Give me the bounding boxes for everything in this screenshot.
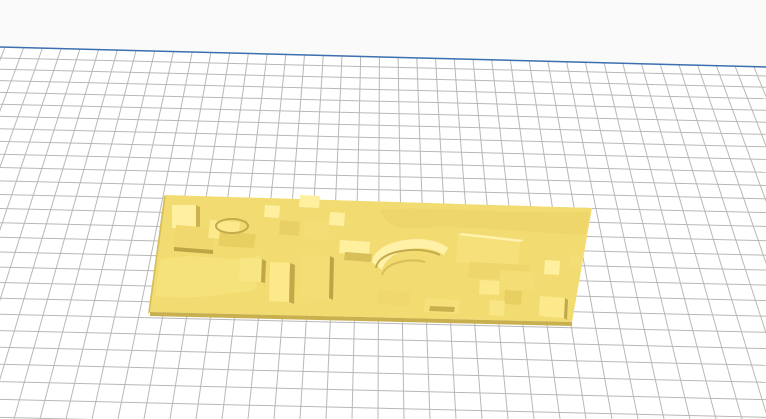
3d-viewport[interactable] <box>0 0 766 419</box>
scene-canvas[interactable] <box>0 0 766 419</box>
city-relief-model[interactable] <box>148 195 592 326</box>
